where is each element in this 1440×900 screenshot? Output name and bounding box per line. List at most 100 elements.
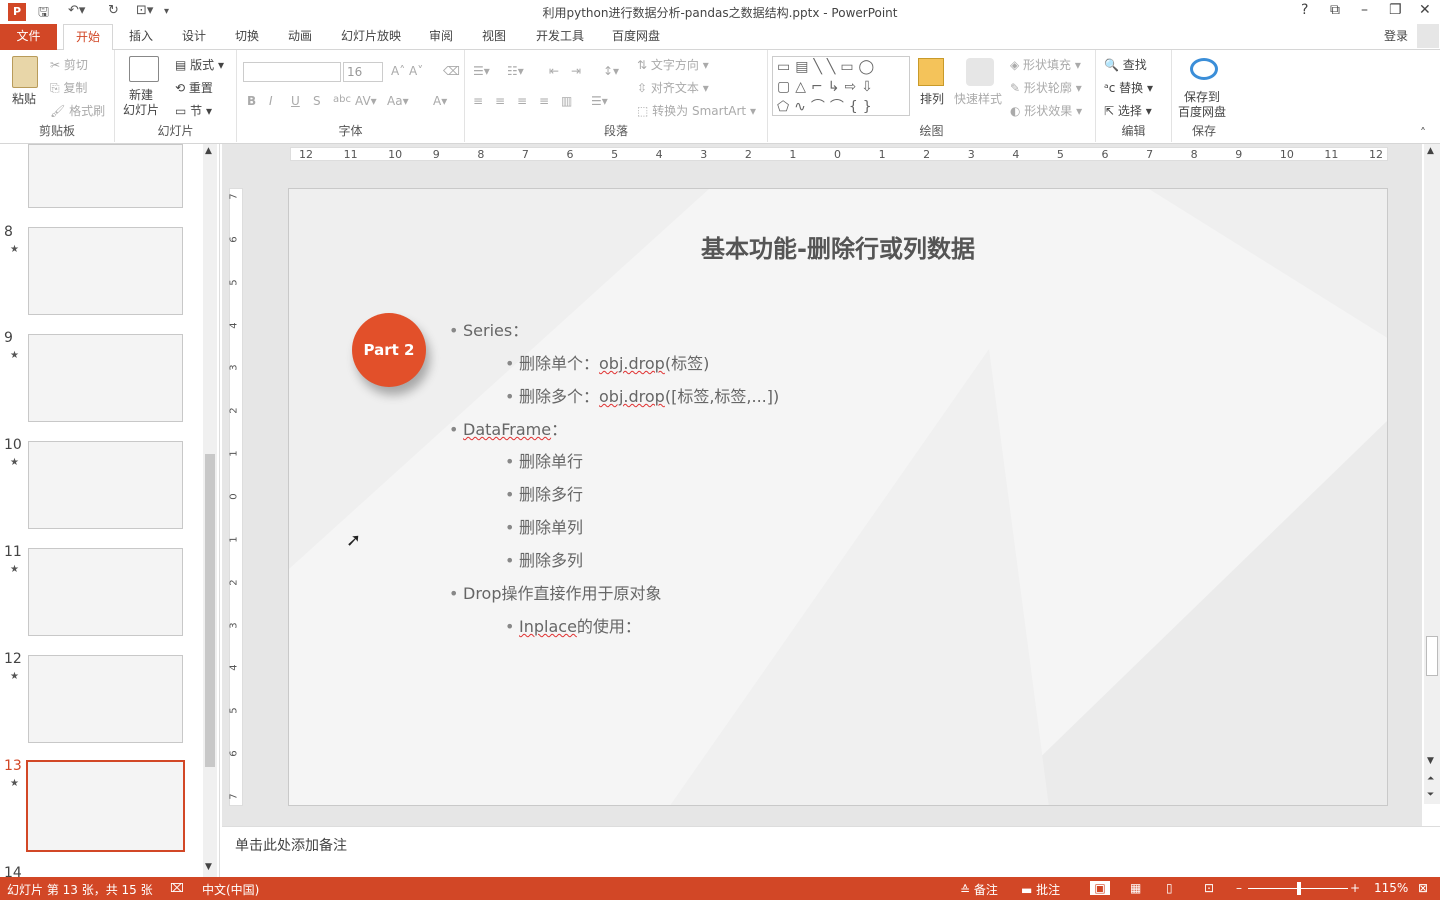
align-center-icon[interactable]: ≡: [495, 94, 505, 108]
change-case-icon[interactable]: Aa▾: [387, 94, 409, 108]
minimize-icon[interactable]: –: [1361, 2, 1368, 18]
tab-home[interactable]: 开始: [63, 24, 113, 51]
section-button[interactable]: ▭ 节 ▾: [175, 102, 212, 119]
scroll-up-icon[interactable]: ▲: [205, 146, 212, 156]
shape-fill-button[interactable]: ◈ 形状填充 ▾: [1010, 56, 1081, 73]
bullet-item[interactable]: • 删除单个：obj.drop(标签): [505, 350, 709, 374]
tab-insert[interactable]: 插入: [120, 24, 162, 50]
numbering-icon[interactable]: ☷▾: [507, 64, 524, 78]
fit-slide-icon[interactable]: ⊠: [1418, 881, 1428, 895]
comments-toggle[interactable]: ▬ 批注: [1021, 881, 1060, 898]
italic-icon[interactable]: I: [269, 94, 273, 108]
tab-slideshow[interactable]: 幻灯片放映: [333, 24, 409, 50]
columns-icon[interactable]: ▥: [561, 94, 572, 108]
tab-transitions[interactable]: 切换: [226, 24, 268, 50]
text-direction-button[interactable]: ⇅ 文字方向 ▾: [637, 56, 709, 73]
grow-font-icon[interactable]: A˄ A˅: [391, 64, 423, 78]
slide-thumbnail[interactable]: [28, 334, 183, 422]
collapse-ribbon-icon[interactable]: ˄: [1420, 126, 1426, 140]
clear-format-icon[interactable]: ⌫: [443, 64, 460, 78]
strikethrough-icon[interactable]: abc: [333, 94, 351, 105]
font-name-combo[interactable]: [243, 62, 341, 82]
char-spacing-icon[interactable]: AV▾: [355, 94, 377, 108]
shapes-gallery[interactable]: ▭▤╲╲▭◯ ▢△⌐↳⇨⇩ ⬠∿⌒⌒{}: [772, 56, 910, 116]
select-button[interactable]: ⇱ 选择 ▾: [1104, 102, 1152, 119]
justify-icon[interactable]: ≡: [539, 94, 549, 108]
bullet-item[interactable]: • DataFrame：: [449, 416, 567, 440]
slide-thumbnail-selected[interactable]: [26, 760, 185, 852]
slide-thumbnail[interactable]: [28, 548, 183, 636]
copy-button[interactable]: ⎘ 复制: [50, 79, 87, 96]
slide-canvas[interactable]: 基本功能-删除行或列数据 Part 2 • Series： • 删除单个：obj.d…: [288, 188, 1388, 806]
increase-indent-icon[interactable]: ⇥: [571, 64, 581, 78]
ribbon-display-icon[interactable]: ⧉: [1330, 2, 1340, 18]
smartart-button[interactable]: ⬚ 转换为 SmartArt ▾: [637, 102, 756, 119]
bullet-item[interactable]: • 删除多个：obj.drop([标签,标签,...]): [505, 383, 779, 407]
next-slide-icon[interactable]: ⏷: [1427, 790, 1434, 800]
arrange-button[interactable]: 排列: [920, 90, 944, 107]
shape-outline-button[interactable]: ✎ 形状轮廓 ▾: [1010, 79, 1082, 96]
decrease-indent-icon[interactable]: ⇤: [549, 64, 559, 78]
cut-button[interactable]: ✂ 剪切: [50, 56, 88, 73]
spellcheck-icon[interactable]: ⌧: [170, 881, 184, 895]
close-icon[interactable]: ✕: [1419, 2, 1431, 18]
zoom-in-icon[interactable]: +: [1350, 881, 1360, 895]
shape-effects-button[interactable]: ◐ 形状效果 ▾: [1010, 102, 1082, 119]
layout-button[interactable]: ▤ 版式 ▾: [175, 56, 224, 73]
bullet-item[interactable]: • Series：: [449, 317, 528, 341]
distribute-icon[interactable]: ☰▾: [591, 94, 608, 108]
slide-title[interactable]: 基本功能-删除行或列数据: [289, 229, 1387, 264]
avatar[interactable]: [1417, 24, 1439, 48]
font-size-combo[interactable]: 16: [343, 62, 383, 82]
slide-thumbnail[interactable]: [28, 227, 183, 315]
arrange-icon[interactable]: [918, 58, 944, 86]
tab-file[interactable]: 文件: [0, 24, 57, 50]
notes-toggle[interactable]: ≙ 备注: [960, 881, 998, 898]
slide-sorter-icon[interactable]: ▦: [1130, 881, 1141, 895]
bullet-item[interactable]: • Drop操作直接作用于原对象: [449, 580, 662, 604]
notes-placeholder[interactable]: 单击此处添加备注: [235, 835, 347, 855]
tab-developer[interactable]: 开发工具: [527, 24, 593, 50]
previous-slide-icon[interactable]: ⏶: [1427, 774, 1434, 784]
slide-thumbnail[interactable]: [28, 655, 183, 743]
normal-view-icon[interactable]: ▣: [1090, 881, 1110, 895]
scroll-down-icon[interactable]: ▼: [1427, 756, 1434, 766]
new-slide-icon[interactable]: [129, 56, 159, 82]
part-badge[interactable]: Part 2: [352, 313, 426, 387]
zoom-slider-thumb[interactable]: [1297, 882, 1301, 895]
scroll-down-icon[interactable]: ▼: [205, 862, 212, 872]
paste-icon[interactable]: [12, 56, 38, 88]
notes-pane[interactable]: 单击此处添加备注: [222, 826, 1440, 876]
slide-thumbnail[interactable]: [28, 144, 183, 208]
replace-button[interactable]: ᵃc 替换 ▾: [1104, 79, 1153, 96]
line-spacing-icon[interactable]: ↕▾: [603, 64, 619, 78]
tab-view[interactable]: 视图: [473, 24, 515, 50]
zoom-out-icon[interactable]: –: [1236, 881, 1242, 895]
login-link[interactable]: 登录: [1384, 27, 1408, 44]
bullet-item[interactable]: • 删除单行: [505, 448, 583, 472]
bullet-item[interactable]: • 删除单列: [505, 514, 583, 538]
tab-baidu[interactable]: 百度网盘: [603, 24, 669, 50]
language-status[interactable]: 中文(中国): [202, 881, 259, 898]
shadow-icon[interactable]: S: [313, 94, 321, 108]
format-painter-button[interactable]: 🖌 格式刷: [50, 102, 105, 119]
tab-animations[interactable]: 动画: [279, 24, 321, 50]
new-slide-button[interactable]: 新建 幻灯片: [123, 88, 159, 118]
help-icon[interactable]: ?: [1301, 2, 1308, 18]
quick-styles-button[interactable]: 快速样式: [954, 90, 1002, 107]
paste-button[interactable]: 粘贴: [12, 90, 36, 107]
reset-button[interactable]: ⟲ 重置: [175, 79, 213, 96]
tab-design[interactable]: 设计: [173, 24, 215, 50]
find-button[interactable]: 🔍 查找: [1104, 56, 1147, 73]
scroll-up-icon[interactable]: ▲: [1427, 146, 1434, 156]
thumbnail-scrollbar[interactable]: ▲ ▼: [203, 144, 217, 877]
bullet-item[interactable]: • 删除多列: [505, 547, 583, 571]
bold-icon[interactable]: B: [247, 94, 256, 108]
tab-review[interactable]: 审阅: [420, 24, 462, 50]
zoom-level[interactable]: 115%: [1374, 881, 1408, 895]
restore-icon[interactable]: ❐: [1389, 2, 1402, 18]
quick-styles-icon[interactable]: [966, 58, 994, 86]
slideshow-view-icon[interactable]: ⊡: [1204, 881, 1214, 895]
save-to-baidu-button[interactable]: 保存到 百度网盘: [1178, 90, 1226, 120]
align-left-icon[interactable]: ≡: [473, 94, 483, 108]
